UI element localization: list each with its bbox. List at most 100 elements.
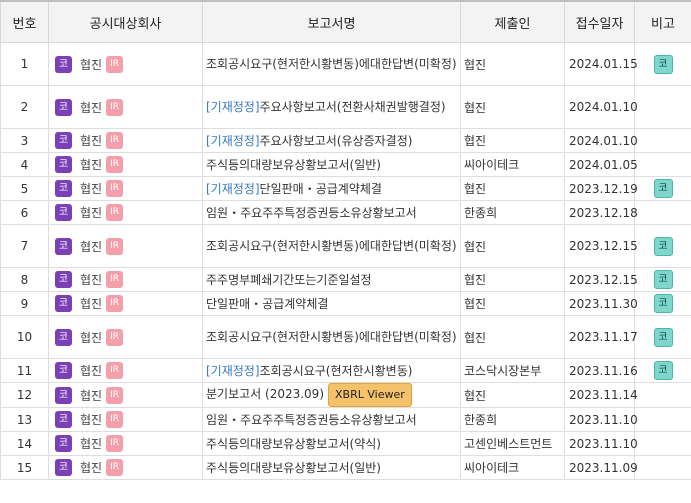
note-cell (634, 152, 691, 177)
date-cell: 2023.11.10 (564, 431, 638, 456)
report-title-link[interactable]: 조회공시요구(현저한시황변동)에대한답변(미확정) (206, 57, 457, 71)
submitter-cell: 협진 (460, 176, 565, 201)
header-no: 번호 (0, 0, 49, 43)
company-link[interactable]: 협진 (80, 411, 102, 428)
kosdaq-note-badge[interactable]: 코 (653, 236, 673, 256)
table-row: 12 코 협진 IR 분기보고서 (2023.09) XBRL Viewer 협진 2… (0, 382, 691, 408)
table-row: 9 코 협진 IR 단일판매・공급계약체결 협진 2023.11.30 코 (0, 291, 691, 316)
row-number: 2 (0, 85, 49, 129)
ir-badge[interactable]: IR (106, 180, 124, 197)
ir-badge[interactable]: IR (106, 295, 124, 312)
kosdaq-note-badge[interactable]: 코 (653, 294, 673, 313)
ir-badge[interactable]: IR (106, 328, 124, 346)
ir-badge[interactable]: IR (106, 55, 124, 73)
row-number: 11 (0, 358, 49, 383)
report-title-cell[interactable]: 조회공시요구(현저한시황변동)에대한답변(미확정) (202, 224, 461, 268)
company-link[interactable]: 협진 (80, 238, 102, 255)
company-link[interactable]: 협진 (80, 271, 102, 288)
table-row: 7 코 협진 IR 조회공시요구(현저한시황변동)에대한답변(미확정) 협진 202… (0, 224, 691, 268)
report-title-link[interactable]: 주요사항보고서(전환사채권발행결정) (260, 100, 446, 114)
date-cell: 2023.11.17 (564, 315, 638, 359)
report-title-link[interactable]: 단일판매・공급계약체결 (260, 182, 382, 196)
report-title-link[interactable]: 조회공시요구(현저한시황변동) (260, 364, 413, 378)
ir-badge[interactable]: IR (106, 237, 124, 255)
company-cell: 코 협진 IR (48, 176, 203, 201)
company-link[interactable]: 협진 (80, 156, 102, 173)
company-cell: 코 협진 IR (48, 315, 203, 359)
report-title-cell[interactable]: [기재정정]조회공시요구(현저한시황변동) (202, 358, 461, 383)
ir-badge[interactable]: IR (106, 411, 124, 428)
xbrl-viewer-button[interactable]: XBRL Viewer (328, 383, 412, 407)
report-title-link[interactable]: 단일판매・공급계약체결 (206, 297, 328, 311)
note-cell (634, 382, 691, 408)
date-cell: 2023.11.16 (564, 358, 638, 383)
company-link[interactable]: 협진 (80, 295, 102, 312)
date-cell: 2023.11.09 (564, 455, 638, 480)
ir-badge[interactable]: IR (106, 435, 124, 452)
report-title-cell[interactable]: 주식등의대량보유상황보고서(일반) (202, 455, 461, 480)
report-title-link[interactable]: 주식등의대량보유상황보고서(일반) (206, 158, 381, 172)
kosdaq-market-badge: 코 (55, 98, 72, 116)
report-title-link[interactable]: 조회공시요구(현저한시황변동)에대한답변(미확정) (206, 330, 457, 344)
row-number: 4 (0, 152, 49, 177)
report-title-link[interactable]: 조회공시요구(현저한시황변동)에대한답변(미확정) (206, 239, 457, 253)
company-link[interactable]: 협진 (80, 329, 102, 346)
report-title-link[interactable]: 임원・주요주주특정증권등소유상황보고서 (206, 206, 417, 220)
report-title-cell[interactable]: [기재정정]주요사항보고서(유상증자결정) (202, 128, 461, 153)
ir-badge[interactable]: IR (106, 362, 124, 379)
ir-badge[interactable]: IR (106, 98, 124, 116)
company-link[interactable]: 협진 (80, 459, 102, 476)
report-title-cell[interactable]: 임원・주요주주특정증권등소유상황보고서 (202, 200, 461, 225)
report-title-cell[interactable]: 조회공시요구(현저한시황변동)에대한답변(미확정) (202, 42, 461, 86)
ir-badge[interactable]: IR (106, 132, 124, 149)
ir-badge[interactable]: IR (106, 386, 124, 404)
report-title-cell[interactable]: 주식등의대량보유상황보고서(약식) (202, 431, 461, 456)
report-title-link[interactable]: 주식등의대량보유상황보고서(약식) (206, 437, 381, 451)
correction-tag: [기재정정] (206, 181, 260, 196)
company-link[interactable]: 협진 (80, 204, 102, 221)
report-title-link[interactable]: 임원・주요주주특정증권등소유상황보고서 (206, 413, 417, 427)
report-title-cell[interactable]: [기재정정]단일판매・공급계약체결 (202, 176, 461, 201)
ir-badge[interactable]: IR (106, 204, 124, 221)
company-link[interactable]: 협진 (80, 56, 102, 73)
kosdaq-note-badge[interactable]: 코 (653, 270, 673, 289)
report-title-cell[interactable]: 주주명부폐쇄기간또는기준일설정 (202, 267, 461, 292)
table-row: 10 코 협진 IR 조회공시요구(현저한시황변동)에대한답변(미확정) 협진 20… (0, 315, 691, 359)
company-link[interactable]: 협진 (80, 180, 102, 197)
report-title-cell[interactable]: 주식등의대량보유상황보고서(일반) (202, 152, 461, 177)
report-title-link[interactable]: 주주명부폐쇄기간또는기준일설정 (206, 273, 372, 287)
kosdaq-note-badge[interactable]: 코 (653, 54, 673, 74)
company-link[interactable]: 협진 (80, 362, 102, 379)
report-title-cell[interactable]: 조회공시요구(현저한시황변동)에대한답변(미확정) (202, 315, 461, 359)
kosdaq-market-badge: 코 (55, 386, 72, 404)
report-title-link[interactable]: 분기보고서 (2023.09) (206, 387, 324, 401)
kosdaq-note-badge[interactable]: 코 (653, 179, 673, 198)
company-link[interactable]: 협진 (80, 435, 102, 452)
row-number: 14 (0, 431, 49, 456)
report-title-link[interactable]: 주식등의대량보유상황보고서(일반) (206, 461, 381, 475)
note-cell: 코 (634, 224, 691, 268)
report-title-cell[interactable]: [기재정정]주요사항보고서(전환사채권발행결정) (202, 85, 461, 129)
date-cell: 2024.01.05 (564, 152, 638, 177)
submitter-cell: 씨아이테크 (460, 152, 565, 177)
kosdaq-note-badge[interactable]: 코 (653, 361, 673, 380)
ir-badge[interactable]: IR (106, 459, 124, 476)
submitter-cell: 협진 (460, 291, 565, 316)
report-title-cell[interactable]: 단일판매・공급계약체결 (202, 291, 461, 316)
table-row: 5 코 협진 IR [기재정정]단일판매・공급계약체결 협진 2023.12.19 … (0, 176, 691, 201)
company-cell: 코 협진 IR (48, 42, 203, 86)
ir-badge[interactable]: IR (106, 271, 124, 288)
report-title-cell[interactable]: 분기보고서 (2023.09) XBRL Viewer (202, 382, 461, 408)
header-company: 공시대상회사 (48, 0, 203, 43)
company-link[interactable]: 협진 (80, 387, 102, 404)
company-link[interactable]: 협진 (80, 132, 102, 149)
ir-badge[interactable]: IR (106, 156, 124, 173)
kosdaq-note-badge[interactable]: 코 (653, 327, 673, 347)
date-cell: 2023.12.18 (564, 200, 638, 225)
report-title-cell[interactable]: 임원・주요주주특정증권등소유상황보고서 (202, 407, 461, 432)
date-cell: 2023.11.10 (564, 407, 638, 432)
company-link[interactable]: 협진 (80, 99, 102, 116)
row-number: 3 (0, 128, 49, 153)
kosdaq-market-badge: 코 (55, 180, 72, 197)
report-title-link[interactable]: 주요사항보고서(유상증자결정) (260, 134, 413, 148)
